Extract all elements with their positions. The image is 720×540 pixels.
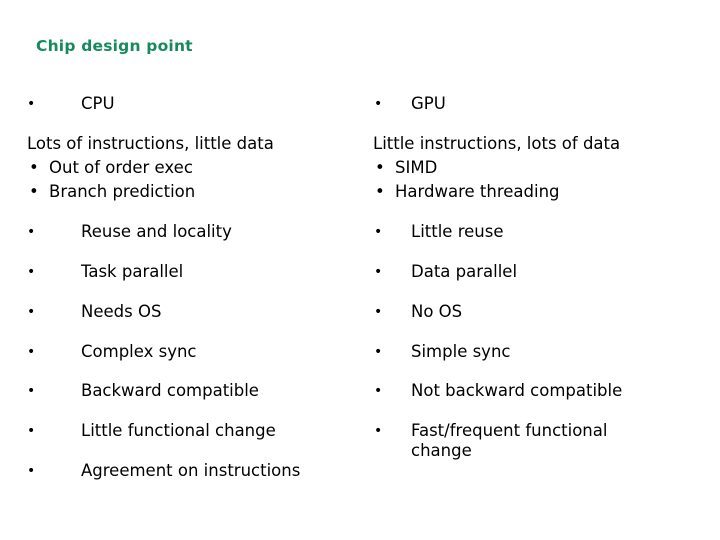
- bullet-icon: •: [374, 344, 383, 360]
- gpu-item-text: Fast/frequent functional change: [411, 421, 608, 460]
- bullet-icon: •: [27, 423, 36, 439]
- bullet-icon: •: [27, 463, 36, 479]
- bullet-icon: •: [374, 304, 383, 320]
- gpu-item-text: Data parallel: [411, 262, 518, 281]
- bullet-icon: •: [374, 264, 383, 280]
- cpu-item-text: Reuse and locality: [81, 222, 232, 241]
- cpu-summary: Lots of instructions, little data: [27, 134, 274, 153]
- bullet-icon: •: [375, 182, 385, 201]
- cpu-item-text: Task parallel: [81, 262, 184, 281]
- slide-title: Chip design point: [36, 37, 193, 55]
- cpu-sub-item-text: Branch prediction: [49, 182, 196, 201]
- gpu-sub-item-text: SIMD: [395, 158, 438, 177]
- gpu-heading-text: GPU: [411, 94, 446, 113]
- gpu-sub-item: • SIMD: [373, 156, 620, 180]
- bullet-icon: •: [27, 264, 36, 280]
- cpu-item-text: Agreement on instructions: [81, 461, 301, 480]
- cpu-item-text: Little functional change: [81, 421, 276, 440]
- gpu-sub-item-text: Hardware threading: [395, 182, 560, 201]
- bullet-icon: •: [27, 304, 36, 320]
- cpu-sub-item-text: Out of order exec: [49, 158, 193, 177]
- gpu-summary: Little instructions, lots of data: [373, 134, 621, 153]
- bullet-icon: •: [27, 383, 36, 399]
- cpu-item-text: Backward compatible: [81, 381, 259, 400]
- gpu-summary-block: Little instructions, lots of data • SIMD …: [373, 132, 620, 204]
- gpu-item-text: Little reuse: [411, 222, 504, 241]
- bullet-icon: •: [27, 344, 36, 360]
- gpu-item-text: Not backward compatible: [411, 381, 623, 400]
- bullet-icon: •: [375, 158, 385, 177]
- gpu-item-text: No OS: [411, 302, 463, 321]
- cpu-heading-text: CPU: [81, 94, 115, 113]
- cpu-sub-item: • Out of order exec: [27, 156, 274, 180]
- bullet-icon: •: [374, 224, 383, 240]
- gpu-sub-item: • Hardware threading: [373, 180, 620, 204]
- bullet-icon: •: [374, 96, 383, 112]
- cpu-item-text: Complex sync: [81, 342, 197, 361]
- gpu-item-text: Simple sync: [411, 342, 511, 361]
- bullet-icon: •: [27, 96, 36, 112]
- cpu-summary-block: Lots of instructions, little data • Out o…: [27, 132, 274, 204]
- bullet-icon: •: [374, 383, 383, 399]
- cpu-item-text: Needs OS: [81, 302, 162, 321]
- bullet-icon: •: [29, 182, 39, 201]
- bullet-icon: •: [29, 158, 39, 177]
- bullet-icon: •: [374, 423, 383, 439]
- bullet-icon: •: [27, 224, 36, 240]
- cpu-sub-item: • Branch prediction: [27, 180, 274, 204]
